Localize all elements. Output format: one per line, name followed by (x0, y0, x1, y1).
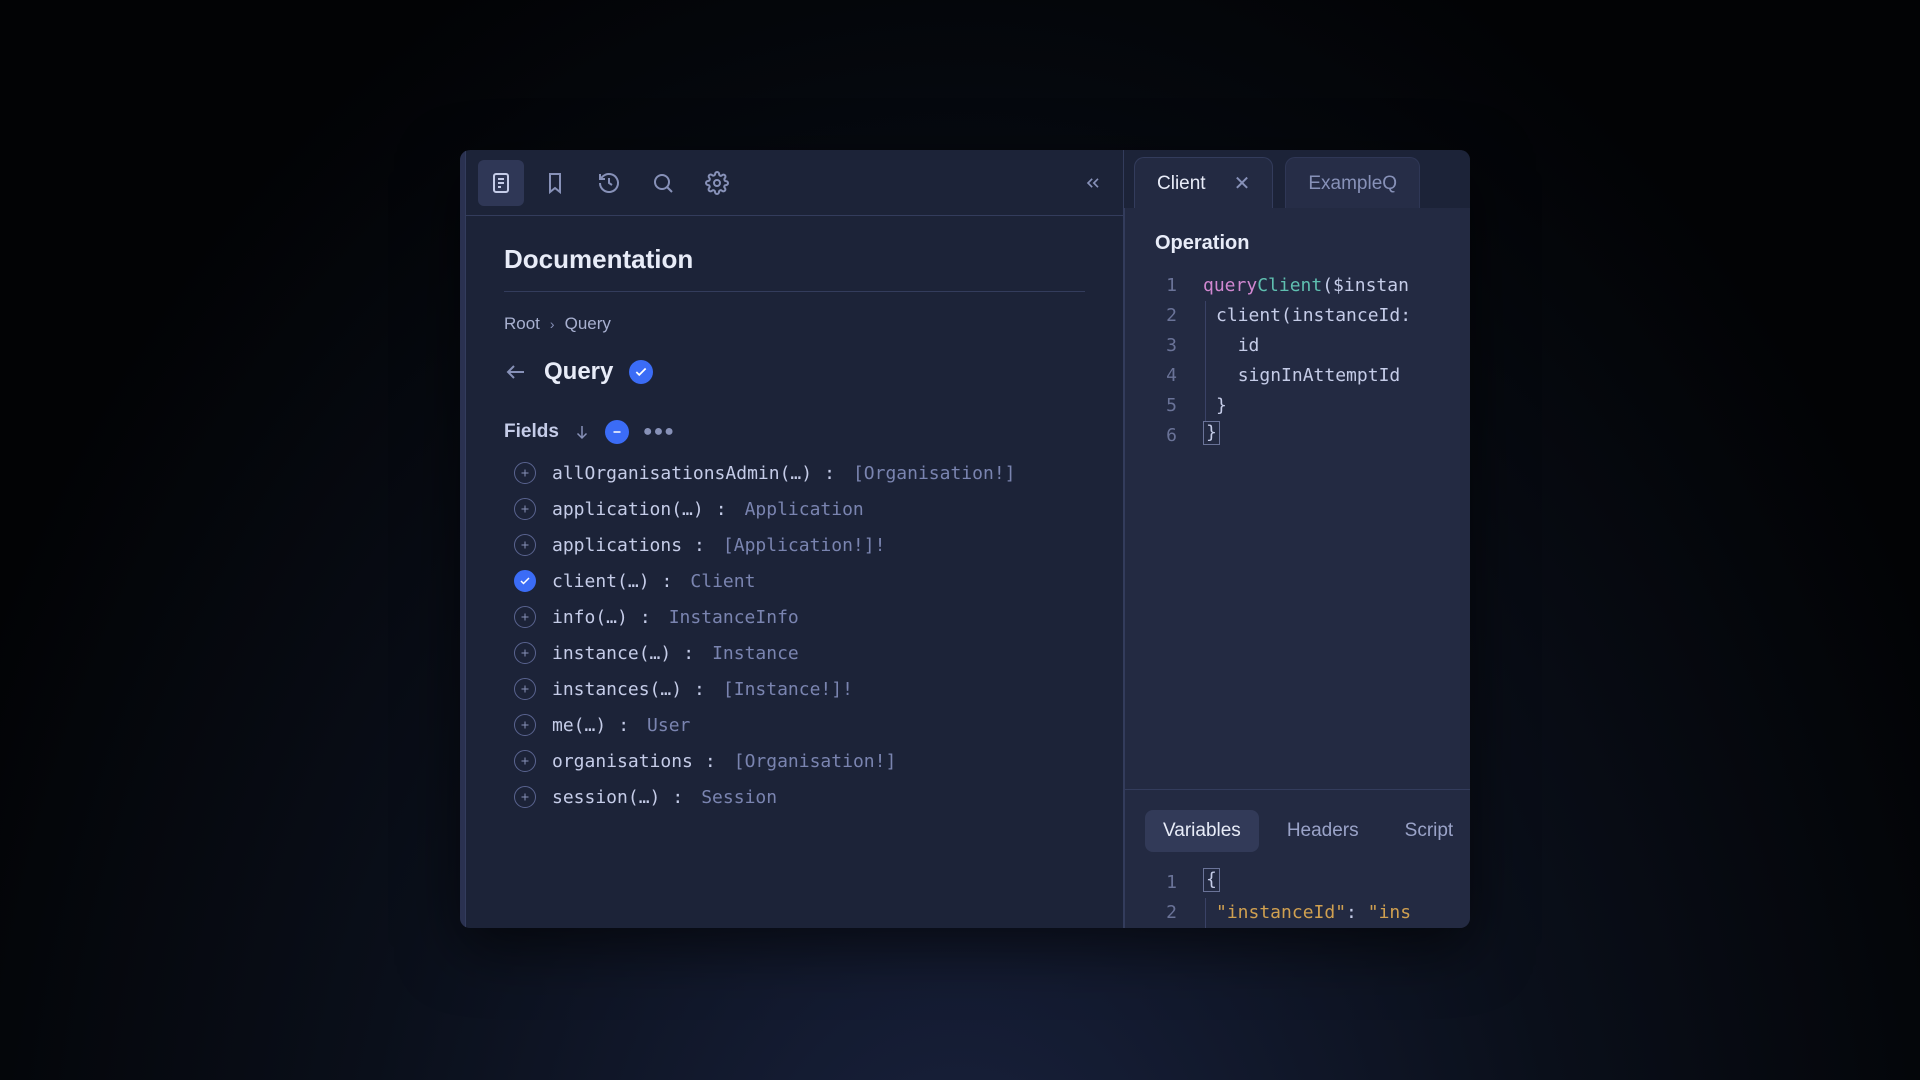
field-name: organisations (552, 751, 693, 772)
check-icon[interactable] (514, 570, 536, 592)
field-type: Application (745, 499, 864, 520)
editor-tabs: Client ✕ ExampleQ (1124, 150, 1470, 208)
field-type: Client (690, 571, 755, 592)
gear-icon[interactable] (694, 160, 740, 206)
history-icon[interactable] (586, 160, 632, 206)
field-type: [Organisation!] (734, 751, 897, 772)
field-type: InstanceInfo (669, 607, 799, 628)
field-row[interactable]: instances(…):[Instance!]! (514, 678, 1085, 700)
docs-panel: Documentation Root › Query Query Fields (466, 150, 1124, 928)
field-row[interactable]: application(…):Application (514, 498, 1085, 520)
field-row[interactable]: info(…):InstanceInfo (514, 606, 1085, 628)
field-type: [Instance!]! (723, 679, 853, 700)
field-name: application(…) (552, 499, 704, 520)
editor-body: Operation 1query Client($instan 2client(… (1124, 208, 1470, 928)
field-type: Session (701, 787, 777, 808)
field-name: info(…) (552, 607, 628, 628)
back-button[interactable] (504, 360, 528, 384)
field-name: me(…) (552, 715, 606, 736)
field-name: client(…) (552, 571, 650, 592)
tab-client[interactable]: Client ✕ (1134, 157, 1273, 209)
plus-icon[interactable] (514, 534, 536, 556)
variables-section: Variables Headers Script 1{ 2"instanceId… (1125, 789, 1470, 928)
field-type: [Organisation!] (853, 463, 1016, 484)
docs-title: Documentation (504, 244, 1085, 292)
field-type: Instance (712, 643, 799, 664)
sort-icon[interactable] (573, 423, 591, 441)
breadcrumb-root[interactable]: Root (504, 314, 540, 334)
plus-icon[interactable] (514, 750, 536, 772)
field-type: User (647, 715, 690, 736)
fields-header: Fields ●●● (504, 420, 1085, 444)
field-row[interactable]: me(…):User (514, 714, 1085, 736)
plus-icon[interactable] (514, 642, 536, 664)
fields-label: Fields (504, 421, 559, 443)
field-type: [Application!]! (723, 535, 886, 556)
bottom-tabs: Variables Headers Script (1125, 810, 1470, 868)
tab-label: ExampleQ (1308, 173, 1397, 195)
tab-example[interactable]: ExampleQ (1285, 157, 1420, 209)
collapse-all-icon[interactable] (605, 420, 629, 444)
search-icon[interactable] (640, 160, 686, 206)
toolbar (466, 150, 1123, 216)
field-name: applications (552, 535, 682, 556)
app-window: Documentation Root › Query Query Fields (460, 150, 1470, 928)
plus-icon[interactable] (514, 786, 536, 808)
tab-label: Client (1157, 173, 1206, 195)
docs-body: Documentation Root › Query Query Fields (466, 216, 1123, 928)
type-name: Query (544, 358, 613, 386)
field-list: allOrganisationsAdmin(…):[Organisation!]… (504, 462, 1085, 808)
field-row[interactable]: client(…):Client (514, 570, 1085, 592)
field-row[interactable]: session(…):Session (514, 786, 1085, 808)
plus-icon[interactable] (514, 462, 536, 484)
tab-script[interactable]: Script (1387, 810, 1470, 852)
breadcrumb: Root › Query (504, 314, 1085, 334)
plus-icon[interactable] (514, 498, 536, 520)
field-name: instances(…) (552, 679, 682, 700)
field-row[interactable]: instance(…):Instance (514, 642, 1085, 664)
plus-icon[interactable] (514, 606, 536, 628)
field-row[interactable]: allOrganisationsAdmin(…):[Organisation!] (514, 462, 1085, 484)
tab-headers[interactable]: Headers (1269, 810, 1377, 852)
variables-code[interactable]: 1{ 2"instanceId": "ins (1125, 868, 1470, 928)
field-name: session(…) (552, 787, 660, 808)
field-name: instance(…) (552, 643, 671, 664)
tab-variables[interactable]: Variables (1145, 810, 1259, 852)
operation-code[interactable]: 1query Client($instan 2client(instanceId… (1125, 271, 1470, 451)
more-icon[interactable]: ●●● (643, 423, 675, 441)
plus-icon[interactable] (514, 714, 536, 736)
bookmark-icon[interactable] (532, 160, 578, 206)
field-row[interactable]: applications:[Application!]! (514, 534, 1085, 556)
close-icon[interactable]: ✕ (1234, 171, 1251, 196)
chevron-right-icon: › (550, 316, 555, 332)
docs-icon[interactable] (478, 160, 524, 206)
plus-icon[interactable] (514, 678, 536, 700)
breadcrumb-current: Query (565, 314, 611, 334)
editor-panel: Client ✕ ExampleQ Operation 1query Clien… (1124, 150, 1470, 928)
collapse-panel-icon[interactable] (1075, 165, 1111, 201)
operation-label: Operation (1125, 208, 1470, 271)
type-header: Query (504, 358, 1085, 386)
field-name: allOrganisationsAdmin(…) (552, 463, 812, 484)
selected-check-icon (629, 360, 653, 384)
field-row[interactable]: organisations:[Organisation!] (514, 750, 1085, 772)
